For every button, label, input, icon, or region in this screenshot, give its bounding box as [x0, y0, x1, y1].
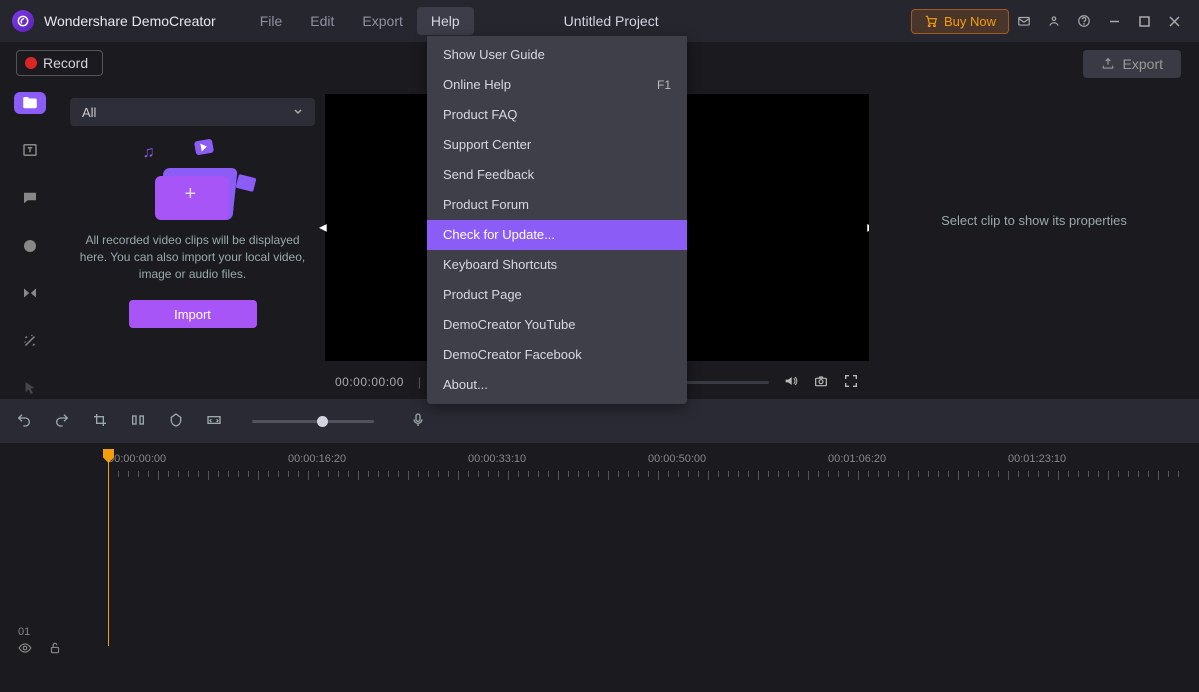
help-keyboard-shortcuts[interactable]: Keyboard Shortcuts — [427, 250, 687, 280]
rail-effects[interactable] — [14, 330, 46, 352]
snapshot-icon[interactable] — [813, 373, 829, 392]
crop-button[interactable] — [92, 412, 108, 431]
split-button[interactable] — [130, 412, 146, 431]
side-rail — [0, 42, 60, 399]
fullscreen-icon[interactable] — [843, 373, 859, 392]
rail-transition[interactable] — [14, 282, 46, 304]
current-time: 00:00:00:00 — [335, 375, 404, 389]
zoom-slider[interactable] — [252, 420, 374, 423]
redo-button[interactable] — [54, 412, 70, 431]
ruler-label: 00:00:16:20 — [288, 453, 346, 465]
app-name: Wondershare DemoCreator — [44, 13, 216, 29]
tracks-area[interactable]: 01 — [0, 485, 1199, 646]
menu-export[interactable]: Export — [348, 7, 416, 35]
undo-button[interactable] — [16, 412, 32, 431]
export-label: Export — [1123, 56, 1163, 72]
plus-icon: + — [185, 183, 197, 206]
clapboard-icon — [235, 174, 256, 192]
ruler-label: 00:01:06:20 — [828, 453, 886, 465]
menu-edit[interactable]: Edit — [296, 7, 348, 35]
music-note-icon: ♫ — [143, 144, 155, 162]
cart-icon — [924, 14, 938, 28]
help-check-update[interactable]: Check for Update... — [427, 220, 687, 250]
mail-icon[interactable] — [1009, 6, 1039, 36]
time-separator: | — [418, 375, 422, 389]
rail-annotation[interactable] — [14, 187, 46, 209]
menu-file[interactable]: File — [246, 7, 297, 35]
close-button[interactable] — [1159, 6, 1189, 36]
aspect-button[interactable] — [206, 412, 222, 431]
record-label: Record — [43, 55, 88, 71]
chevron-down-icon — [293, 107, 303, 117]
properties-panel: Export Select clip to show its propertie… — [869, 42, 1199, 399]
record-dot-icon — [25, 57, 37, 69]
rail-sticker[interactable] — [14, 235, 46, 257]
help-product-page[interactable]: Product Page — [427, 280, 687, 310]
help-online-help[interactable]: Online HelpF1 — [427, 70, 687, 100]
track-lock-icon[interactable] — [48, 641, 62, 658]
media-hint-text: All recorded video clips will be display… — [70, 232, 315, 282]
volume-icon[interactable] — [783, 373, 799, 392]
help-youtube[interactable]: DemoCreator YouTube — [427, 310, 687, 340]
media-filter-dropdown[interactable]: All — [70, 98, 315, 126]
media-panel: All ♫ + All recorded video clips will be… — [60, 42, 325, 399]
buy-now-button[interactable]: Buy Now — [911, 9, 1009, 34]
record-button[interactable]: Record — [16, 50, 103, 76]
menu-help[interactable]: Help — [417, 7, 474, 35]
help-dropdown: Show User Guide Online HelpF1 Product FA… — [427, 36, 687, 404]
folder-illustration: ♫ + — [153, 158, 233, 220]
track-visibility-icon[interactable] — [18, 641, 32, 658]
import-button[interactable]: Import — [129, 300, 257, 328]
ruler-label: 00:01:23:10 — [1008, 453, 1066, 465]
help-about[interactable]: About... — [427, 370, 687, 400]
export-icon — [1101, 57, 1115, 71]
ruler-label: 00:00:33:10 — [468, 453, 526, 465]
rail-cursor[interactable] — [14, 377, 46, 399]
maximize-button[interactable] — [1129, 6, 1159, 36]
timeline[interactable]: 00:00:00:00 00:00:16:20 00:00:33:10 00:0… — [0, 443, 1199, 692]
help-send-feedback[interactable]: Send Feedback — [427, 160, 687, 190]
help-icon[interactable] — [1069, 6, 1099, 36]
export-button[interactable]: Export — [1083, 50, 1181, 78]
help-product-forum[interactable]: Product Forum — [427, 190, 687, 220]
app-logo — [12, 10, 34, 32]
help-product-faq[interactable]: Product FAQ — [427, 100, 687, 130]
timeline-toolbar — [0, 399, 1199, 443]
properties-hint: Select clip to show its properties — [941, 213, 1127, 228]
prev-frame-arrow[interactable]: ◀ — [319, 222, 327, 233]
help-facebook[interactable]: DemoCreator Facebook — [427, 340, 687, 370]
rail-media[interactable] — [14, 92, 46, 114]
minimize-button[interactable] — [1099, 6, 1129, 36]
ruler-label: 00:00:50:00 — [648, 453, 706, 465]
ruler-label: 00:00:00:00 — [108, 453, 166, 465]
project-title: Untitled Project — [564, 13, 659, 29]
video-chip-icon — [193, 139, 213, 156]
user-icon[interactable] — [1039, 6, 1069, 36]
media-filter-label: All — [82, 105, 96, 120]
marker-button[interactable] — [168, 412, 184, 431]
buy-now-label: Buy Now — [944, 14, 996, 29]
track-number: 01 — [18, 626, 30, 638]
help-support-center[interactable]: Support Center — [427, 130, 687, 160]
rail-text[interactable] — [14, 140, 46, 162]
timeline-ruler[interactable]: 00:00:00:00 00:00:16:20 00:00:33:10 00:0… — [0, 443, 1199, 485]
help-show-user-guide[interactable]: Show User Guide — [427, 40, 687, 70]
mic-button[interactable] — [410, 412, 426, 431]
